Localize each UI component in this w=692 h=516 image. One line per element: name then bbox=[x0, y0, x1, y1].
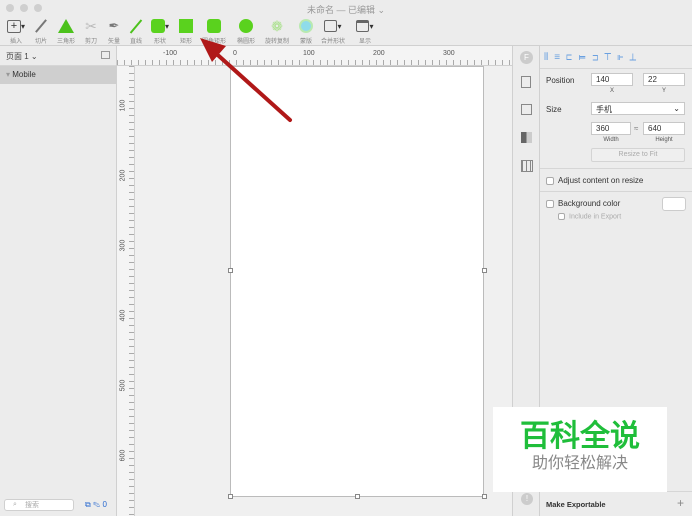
resize-handle[interactable] bbox=[482, 494, 487, 499]
horizontal-ruler[interactable]: -100 0 100 200 300 bbox=[117, 46, 512, 66]
resize-handle[interactable] bbox=[228, 268, 233, 273]
collapse-icon[interactable] bbox=[101, 51, 110, 59]
position-x-field[interactable]: 140 bbox=[591, 73, 633, 86]
size-preset-select[interactable]: 手机 ⌄ bbox=[591, 102, 685, 115]
page-selector[interactable]: 页面 1 ⌄ bbox=[0, 46, 116, 66]
view-button[interactable]: ▾ 显示 bbox=[350, 18, 380, 45]
window-title: 未命名 — 已编辑 ⌄ bbox=[306, 5, 386, 15]
resize-to-fit-button[interactable]: Resize to Fit bbox=[591, 148, 685, 162]
resize-handle[interactable] bbox=[228, 494, 233, 499]
combine-button[interactable]: ▾ 合并形状 bbox=[318, 18, 348, 45]
background-color-swatch[interactable] bbox=[662, 197, 686, 211]
layer-item-mobile[interactable]: ▾ Mobile bbox=[0, 66, 116, 84]
combine-icon: ▾ bbox=[318, 18, 348, 34]
include-export-checkbox[interactable]: Include in Export bbox=[558, 213, 621, 220]
width-field[interactable]: 360 bbox=[591, 122, 631, 135]
view-icon: ▾ bbox=[350, 18, 380, 34]
layer-filter-icons[interactable]: ⧉ ✎ 0 bbox=[85, 500, 107, 510]
red-arrow-annotation bbox=[200, 38, 292, 122]
grid-icon[interactable] bbox=[521, 160, 533, 172]
font-icon[interactable]: F bbox=[520, 51, 533, 64]
position-y-field[interactable]: 22 bbox=[643, 73, 685, 86]
search-input[interactable]: ⌕ 搜索 bbox=[4, 499, 74, 511]
background-color-checkbox[interactable]: Background color bbox=[546, 199, 620, 208]
properties-icon[interactable] bbox=[521, 104, 532, 115]
toolbar: + ▾ 插入 切片 三角形 ✂ 剪刀 ✒ 矢量 直线 ▾ 形状 矩形 圆角矩形 椭圆形 ❁… bbox=[0, 16, 692, 46]
vertical-ruler[interactable]: 100 200 300 400 500 600 bbox=[117, 66, 135, 516]
resize-handle[interactable] bbox=[355, 494, 360, 499]
watermark: 百科全说 助你轻松解决 bbox=[493, 407, 667, 492]
height-field[interactable]: 640 bbox=[643, 122, 685, 135]
info-icon[interactable]: ! bbox=[521, 493, 533, 505]
adjust-content-checkbox[interactable]: Adjust content on resize bbox=[546, 176, 643, 185]
lock-ratio-icon[interactable]: ≈ bbox=[634, 124, 638, 133]
chevron-down-icon: ⌄ bbox=[673, 104, 680, 113]
artboard-mobile[interactable] bbox=[230, 66, 484, 497]
resize-handle[interactable] bbox=[482, 268, 487, 273]
search-icon: ⌕ bbox=[13, 501, 17, 508]
title-bar: 未命名 — 已编辑 ⌄ bbox=[0, 0, 692, 16]
layers-panel: 页面 1 ⌄ ▾ Mobile bbox=[0, 46, 117, 516]
add-export-button[interactable]: + bbox=[677, 496, 684, 510]
symbols-icon[interactable] bbox=[521, 132, 532, 143]
export-icon[interactable] bbox=[521, 76, 531, 88]
alignment-toolbar[interactable]: ⫴≡⊏⊨⊐⊤⊩⊥ bbox=[544, 52, 642, 63]
